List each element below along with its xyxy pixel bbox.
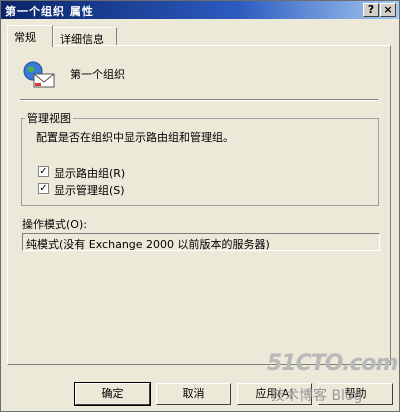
show-routing-groups-checkbox[interactable]: ✓	[38, 166, 49, 177]
window-title: 第一个组织 属性	[5, 5, 94, 18]
organization-mail-icon	[22, 60, 56, 90]
watermark-site: 51CTO.com	[267, 351, 398, 376]
properties-dialog: 第一个组织 属性 ? × 常规 详细信息 第一个组织 管理视图 配置是否在组织中…	[0, 0, 400, 412]
admin-view-label: 管理视图	[25, 110, 73, 126]
operation-mode-field: 纯模式(没有 Exchange 2000 以前版本的服务器)	[22, 233, 380, 251]
operation-mode-label: 操作模式(O):	[22, 218, 87, 231]
show-admin-groups-label[interactable]: 显示管理组(S)	[54, 182, 125, 198]
tab-general[interactable]: 常规	[7, 25, 53, 47]
title-bar[interactable]: 第一个组织 属性 ? ×	[1, 1, 399, 19]
cancel-button[interactable]: 取消	[156, 383, 231, 405]
tab-details[interactable]: 详细信息	[53, 27, 117, 46]
show-routing-groups-label[interactable]: 显示路由组(R)	[54, 165, 125, 181]
close-button[interactable]: ×	[380, 3, 396, 17]
watermark-caption: 技术博客 Blog	[271, 388, 363, 404]
admin-view-description: 配置是否在组织中显示路由组和管理组。	[36, 131, 234, 144]
ok-button[interactable]: 确定	[74, 382, 151, 406]
organization-name: 第一个组织	[70, 68, 125, 81]
show-admin-groups-checkbox[interactable]: ✓	[38, 183, 49, 194]
divider	[20, 99, 378, 101]
help-title-button[interactable]: ?	[363, 3, 379, 17]
general-panel: 第一个组织 管理视图 配置是否在组织中显示路由组和管理组。 ✓ 显示路由组(R)…	[7, 45, 391, 365]
